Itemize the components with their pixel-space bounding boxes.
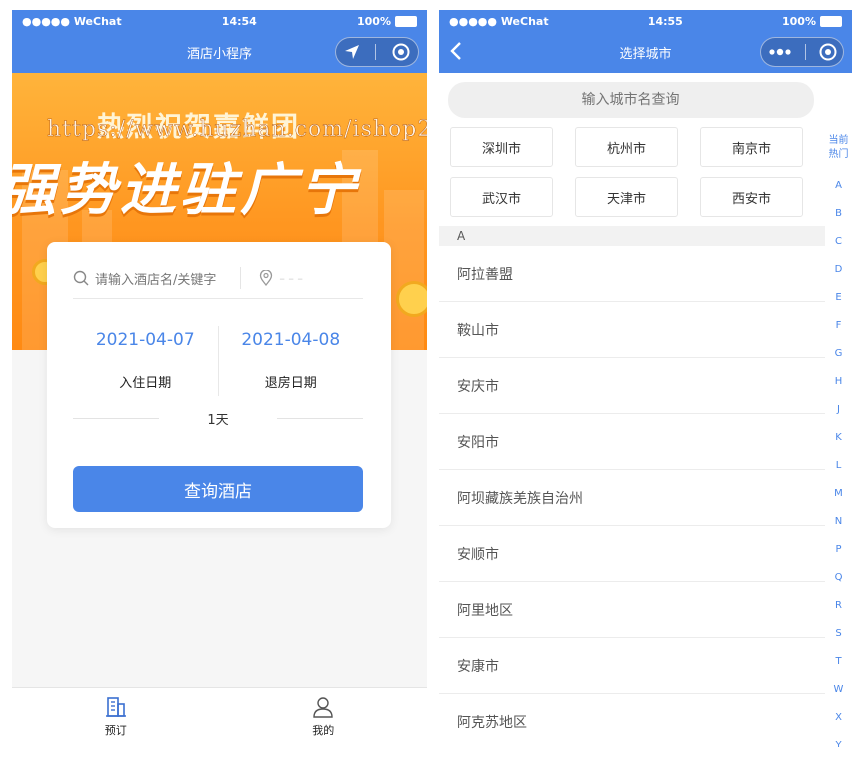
status-time: 14:55 <box>647 14 683 28</box>
group-header: A <box>439 226 825 246</box>
query-hotel-button[interactable]: 查询酒店 <box>73 466 363 512</box>
location-arrow-icon[interactable] <box>344 44 360 60</box>
hot-city-button[interactable]: 杭州市 <box>575 127 678 167</box>
tab-booking[interactable]: 预订 <box>12 688 220 747</box>
nav-bar: 酒店小程序 <box>12 32 427 73</box>
index-letter[interactable]: T <box>825 648 852 676</box>
city-list-item[interactable]: 安庆市 <box>439 358 825 414</box>
search-row: 请输入酒店名/关键字 – – – <box>73 258 363 299</box>
checkin-date-picker[interactable]: 2021-04-07 入住日期 <box>73 326 218 396</box>
city-list-item[interactable]: 鞍山市 <box>439 302 825 358</box>
city-list-item[interactable]: 安康市 <box>439 638 825 694</box>
index-letter[interactable]: H <box>825 368 852 396</box>
nav-bar: 选择城市 <box>439 32 852 73</box>
status-bar: ●●●●● WeChat 14:55 100% <box>439 10 852 32</box>
more-dots-icon[interactable] <box>768 48 792 56</box>
watermark-text: https://www.huzhan.com/ishop24587 <box>47 117 427 142</box>
battery-icon <box>394 15 417 27</box>
index-letter[interactable]: S <box>825 620 852 648</box>
city-select-screen: ●●●●● WeChat 14:55 100% 选择城市 深圳市 杭州市 南京市… <box>439 10 852 747</box>
hot-city-button[interactable]: 深圳市 <box>450 127 553 167</box>
status-time: 14:54 <box>221 14 257 28</box>
index-letter[interactable]: P <box>825 536 852 564</box>
index-hot[interactable]: 热门 <box>825 148 852 162</box>
nights-label: 1天 <box>207 412 229 428</box>
page-title: 酒店小程序 <box>186 47 252 62</box>
index-letter[interactable]: R <box>825 592 852 620</box>
battery-label: 100% <box>782 14 816 28</box>
mini-program-capsule[interactable] <box>335 37 419 67</box>
tab-mine[interactable]: 我的 <box>220 688 428 747</box>
close-target-icon[interactable] <box>392 43 410 61</box>
date-range: 2021-04-07 入住日期 2021-04-08 退房日期 <box>73 326 363 396</box>
checkin-date[interactable]: 2021-04-07 <box>73 330 218 350</box>
index-letter[interactable]: X <box>825 704 852 732</box>
hot-city-button[interactable]: 西安市 <box>700 177 803 217</box>
city-list-item[interactable]: 安顺市 <box>439 526 825 582</box>
index-letter[interactable]: C <box>825 228 852 256</box>
hot-city-button[interactable]: 天津市 <box>575 177 678 217</box>
index-letter[interactable]: Q <box>825 564 852 592</box>
top-bar: ●●●●● WeChat 14:54 100% 酒店小程序 <box>12 10 427 73</box>
search-card: 请输入酒店名/关键字 – – – 2021-04-07 入住日期 2021-04… <box>47 242 391 528</box>
building-icon <box>105 697 126 717</box>
city-list-item[interactable]: 阿里地区 <box>439 582 825 638</box>
top-bar: ●●●●● WeChat 14:55 100% 选择城市 <box>439 10 852 73</box>
index-letter[interactable]: J <box>825 396 852 424</box>
nights-count: 1天 <box>73 409 363 428</box>
person-icon <box>313 697 333 718</box>
tab-bar: 预订 我的 <box>12 687 427 747</box>
city-list-item[interactable]: 安阳市 <box>439 414 825 470</box>
close-target-icon[interactable] <box>819 43 837 61</box>
checkout-label: 退房日期 <box>264 376 317 391</box>
index-letter[interactable]: B <box>825 200 852 228</box>
city-list: 阿拉善盟 鞍山市 安庆市 安阳市 阿坝藏族羌族自治州 安顺市 阿里地区 安康市 … <box>439 246 825 747</box>
city-search-input[interactable] <box>447 82 814 118</box>
mini-program-capsule[interactable] <box>760 37 844 67</box>
location-value[interactable]: – – – <box>279 272 303 285</box>
page-title: 选择城市 <box>619 47 672 62</box>
index-letter[interactable]: Y <box>825 732 852 747</box>
checkin-label: 入住日期 <box>119 376 172 391</box>
tab-label: 我的 <box>312 724 335 737</box>
carrier-label: ●●●●● WeChat <box>22 14 122 28</box>
back-arrow-icon[interactable] <box>449 41 463 61</box>
battery-label: 100% <box>357 14 391 28</box>
battery-icon <box>819 15 842 27</box>
index-letter[interactable]: M <box>825 480 852 508</box>
checkout-date-picker[interactable]: 2021-04-08 退房日期 <box>219 326 364 396</box>
index-letter[interactable]: K <box>825 424 852 452</box>
banner-slogan: 强势进驻广宁 <box>12 158 360 223</box>
city-list-item[interactable]: 阿坝藏族羌族自治州 <box>439 470 825 526</box>
location-pin-icon[interactable] <box>259 270 273 286</box>
index-letter[interactable]: D <box>825 256 852 284</box>
alphabet-index[interactable]: 当前 热门 A B C D E F G H J K L M N P Q R S … <box>825 134 852 747</box>
hotel-home-screen: ●●●●● WeChat 14:54 100% 酒店小程序 热烈祝贺嘉鲜团 强势… <box>12 10 427 747</box>
index-letter[interactable]: W <box>825 676 852 704</box>
index-letter[interactable]: N <box>825 508 852 536</box>
hot-city-grid: 深圳市 杭州市 南京市 武汉市 天津市 西安市 <box>450 127 806 217</box>
hot-city-button[interactable]: 南京市 <box>700 127 803 167</box>
city-list-item[interactable]: 阿拉善盟 <box>439 246 825 302</box>
index-letter[interactable]: G <box>825 340 852 368</box>
hot-city-button[interactable]: 武汉市 <box>450 177 553 217</box>
hotel-search-input[interactable]: 请输入酒店名/关键字 <box>95 269 216 288</box>
index-current[interactable]: 当前 <box>825 134 852 148</box>
checkout-date[interactable]: 2021-04-08 <box>219 330 364 350</box>
city-search-bar <box>439 73 852 127</box>
index-letter[interactable]: E <box>825 284 852 312</box>
tab-label: 预订 <box>104 724 127 737</box>
search-icon <box>73 270 89 286</box>
index-letter[interactable]: L <box>825 452 852 480</box>
coin-graphic <box>396 281 427 317</box>
status-bar: ●●●●● WeChat 14:54 100% <box>12 10 427 32</box>
carrier-label: ●●●●● WeChat <box>449 14 549 28</box>
index-letter[interactable]: A <box>825 172 852 200</box>
city-list-item[interactable]: 阿克苏地区 <box>439 694 825 747</box>
index-letter[interactable]: F <box>825 312 852 340</box>
